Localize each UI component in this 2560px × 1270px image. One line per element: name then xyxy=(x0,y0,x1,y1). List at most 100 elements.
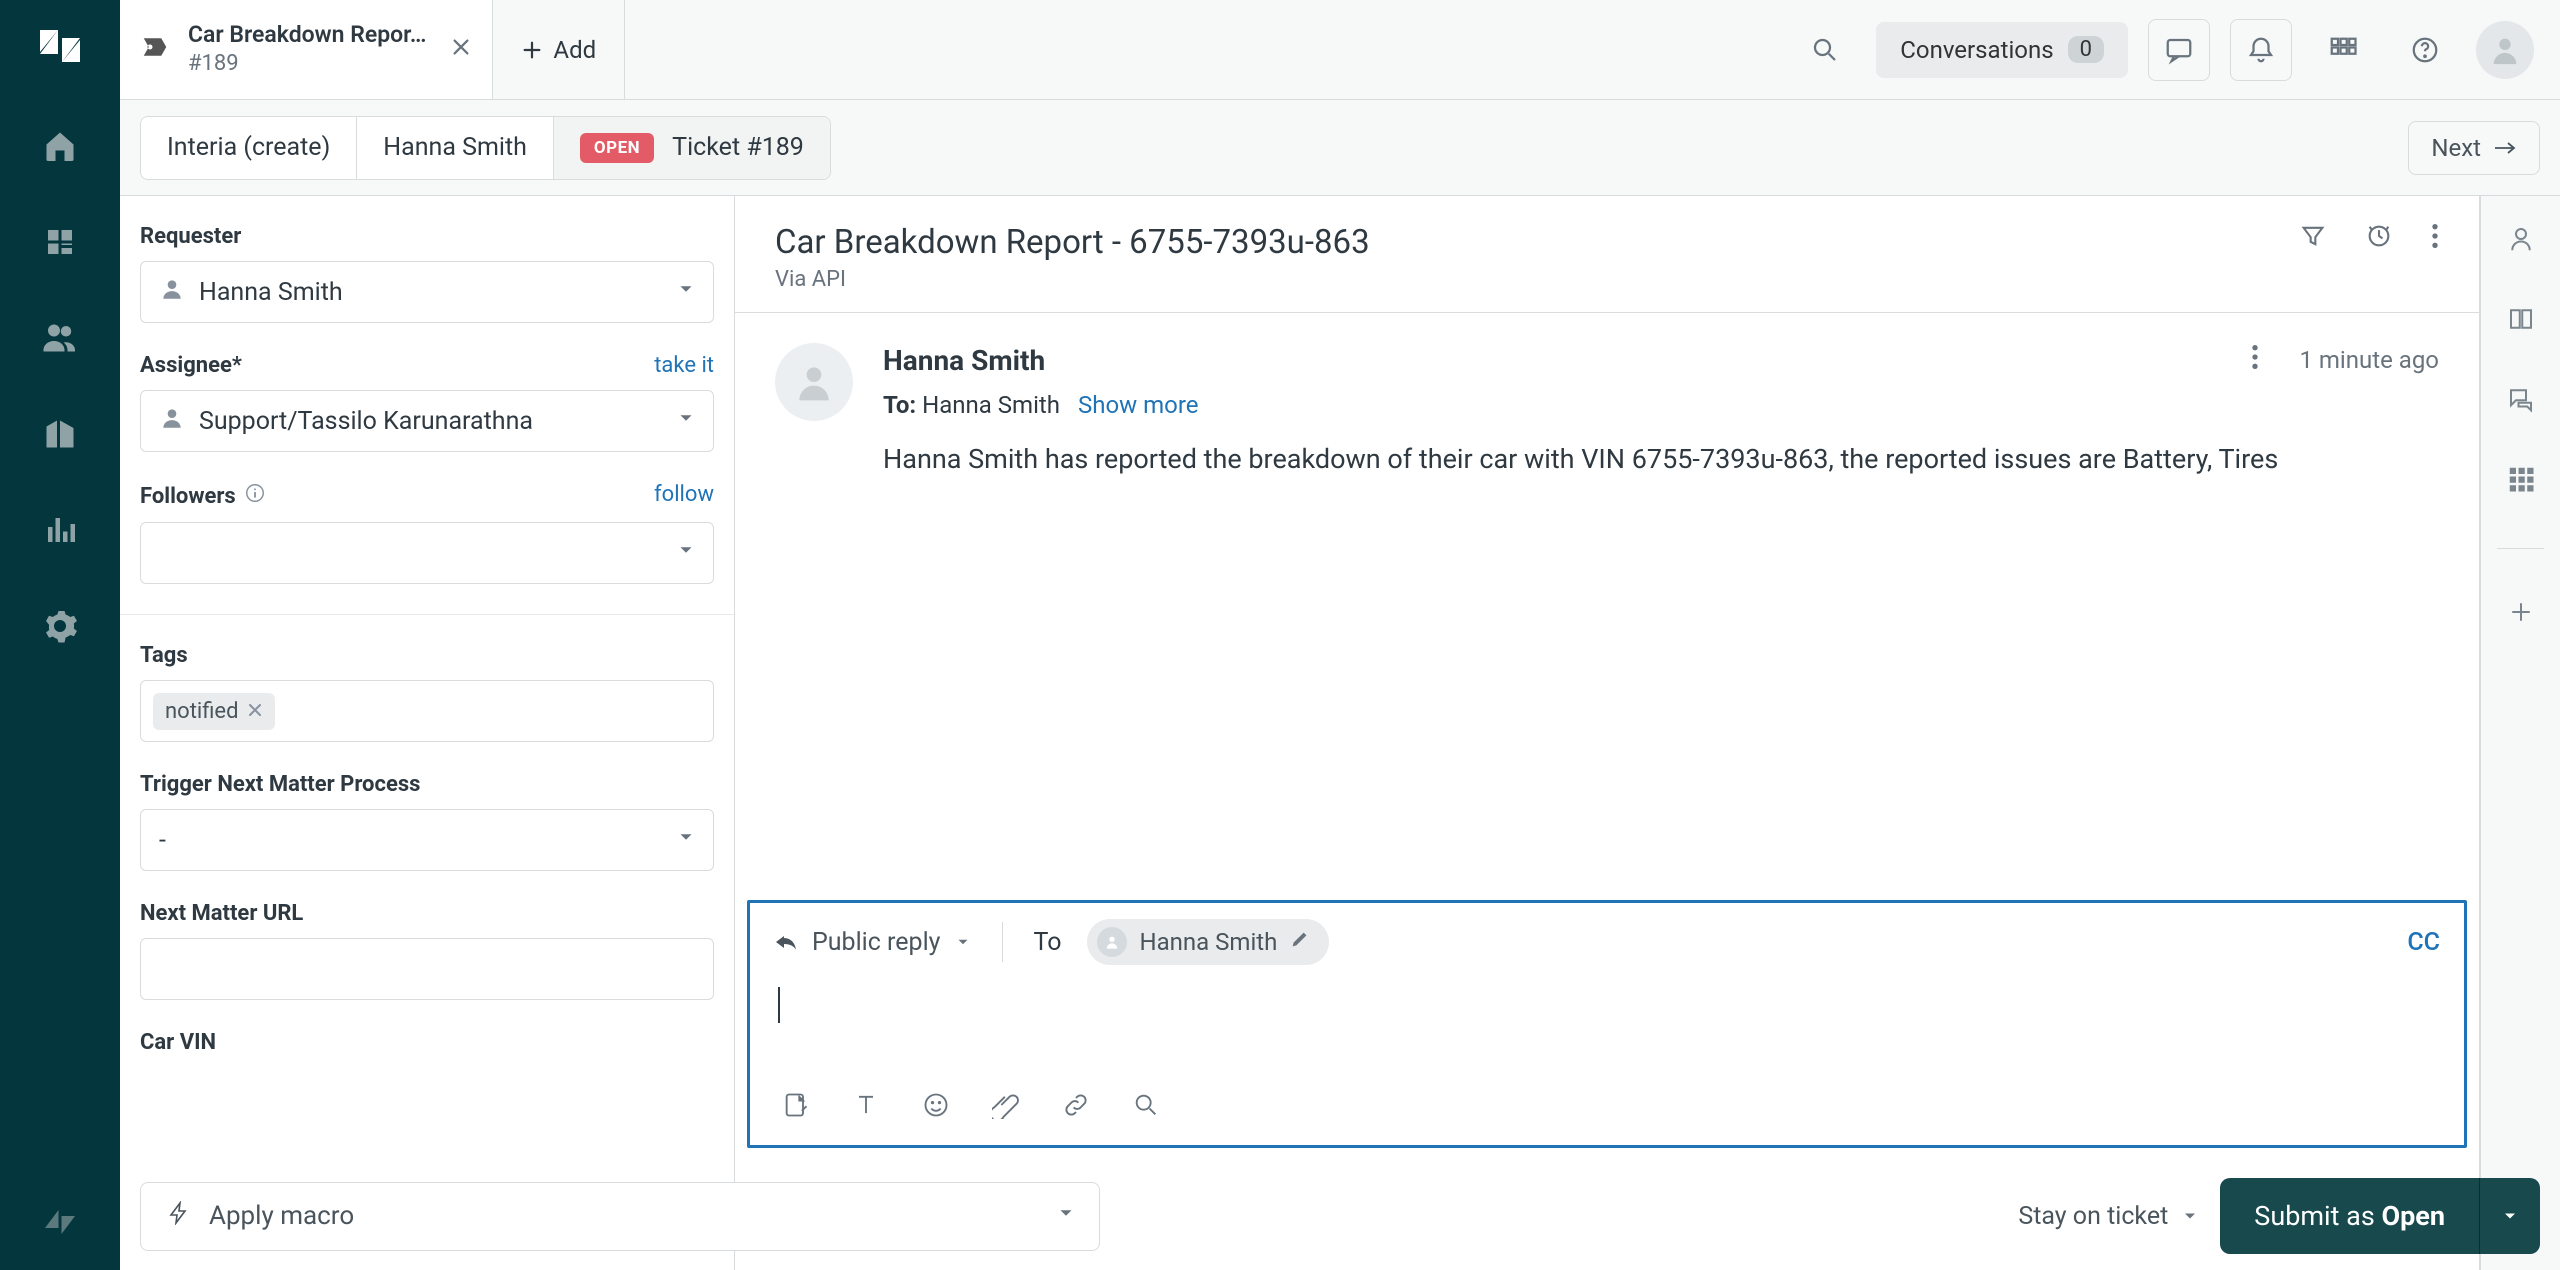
message-timestamp: 1 minute ago xyxy=(2299,346,2439,374)
link-icon[interactable] xyxy=(1062,1091,1090,1125)
events-icon[interactable] xyxy=(2365,222,2393,256)
chevron-down-icon xyxy=(675,278,697,307)
url-input[interactable] xyxy=(140,938,714,1000)
remove-tag-icon[interactable] xyxy=(247,699,263,724)
breadcrumb: Interia (create) Hanna Smith OPEN Ticket… xyxy=(120,100,2560,196)
reporting-icon[interactable] xyxy=(40,510,80,550)
help-icon[interactable] xyxy=(2394,19,2456,81)
conversation-actions xyxy=(2299,222,2439,256)
composer: Public reply To Hanna Smith CC xyxy=(747,900,2467,1148)
message: Hanna Smith 1 minute ago To: Hanna Smith… xyxy=(775,343,2439,479)
admin-gear-icon[interactable] xyxy=(40,606,80,646)
breadcrumb-ticket[interactable]: OPEN Ticket #189 xyxy=(553,117,830,179)
assignee-select[interactable]: Support/Tassilo Karunarathna xyxy=(140,390,714,452)
ticket-tab[interactable]: Car Breakdown Repor… #189 xyxy=(120,0,493,99)
add-tab-button[interactable]: Add xyxy=(493,0,625,99)
emoji-icon[interactable] xyxy=(922,1091,950,1125)
profile-avatar[interactable] xyxy=(2476,21,2534,79)
message-actions-icon[interactable] xyxy=(2251,343,2259,377)
user-context-icon[interactable] xyxy=(2506,224,2536,260)
show-more-link[interactable]: Show more xyxy=(1078,391,1199,419)
topbar-right: Conversations 0 xyxy=(1794,0,2560,99)
tag-chip[interactable]: notified xyxy=(153,693,275,730)
assignee-value: Support/Tassilo Karunarathna xyxy=(199,407,533,436)
tags-input[interactable]: notified xyxy=(140,680,714,742)
ticket-tab-icon xyxy=(140,32,170,68)
ticket-subject: Car Breakdown Report - 6755-7393u-863 xyxy=(775,222,1370,263)
info-icon[interactable] xyxy=(244,482,266,510)
side-conversations-icon[interactable] xyxy=(2506,384,2536,420)
composer-to-chip[interactable]: Hanna Smith xyxy=(1087,919,1329,965)
field-tags: Tags notified xyxy=(140,643,714,742)
ticket-body: Requester Hanna Smith Assignee* take it … xyxy=(120,196,2560,1270)
cc-link[interactable]: CC xyxy=(2407,928,2440,957)
breadcrumb-person[interactable]: Hanna Smith xyxy=(356,117,553,179)
more-actions-icon[interactable] xyxy=(2431,222,2439,256)
field-label-vin: Car VIN xyxy=(140,1030,714,1055)
tab-sub: #189 xyxy=(188,50,426,78)
nav-rail xyxy=(0,0,120,1270)
views-icon[interactable] xyxy=(40,222,80,262)
filter-icon[interactable] xyxy=(2299,222,2327,256)
next-label: Next xyxy=(2431,134,2481,162)
take-it-link[interactable]: take it xyxy=(654,353,714,378)
conversations-count: 0 xyxy=(2068,36,2104,63)
notifications-icon[interactable] xyxy=(2230,19,2292,81)
chat-icon[interactable] xyxy=(2148,19,2210,81)
zendesk-products-icon[interactable] xyxy=(40,1202,80,1242)
submit-button[interactable]: Submit as Open xyxy=(2220,1178,2479,1254)
submit-dropdown[interactable] xyxy=(2479,1178,2540,1254)
search-icon[interactable] xyxy=(1794,19,1856,81)
reply-mode-select[interactable]: Public reply xyxy=(774,928,972,957)
compose-note-icon[interactable] xyxy=(782,1091,810,1125)
apply-macro-button[interactable]: Apply macro xyxy=(140,1182,1100,1251)
trigger-value: - xyxy=(159,826,166,855)
person-icon xyxy=(159,405,185,438)
toolbar-search-icon[interactable] xyxy=(1132,1091,1160,1125)
breadcrumb-org[interactable]: Interia (create) xyxy=(141,117,356,179)
add-app-icon[interactable] xyxy=(2506,597,2536,633)
tab-strip: Car Breakdown Repor… #189 Add Conversati… xyxy=(120,0,2560,100)
trigger-select[interactable]: - xyxy=(140,809,714,871)
text-format-icon[interactable] xyxy=(852,1091,880,1125)
field-label-assignee: Assignee* xyxy=(140,353,714,378)
conversations-button[interactable]: Conversations 0 xyxy=(1876,22,2128,78)
requester-value: Hanna Smith xyxy=(199,278,343,307)
apps-icon[interactable] xyxy=(2506,464,2536,500)
field-followers: Followers follow xyxy=(140,482,714,584)
chevron-down-icon xyxy=(1055,1201,1077,1231)
follow-link[interactable]: follow xyxy=(654,482,714,507)
conversation-panel: Car Breakdown Report - 6755-7393u-863 Vi… xyxy=(735,196,2480,1270)
mini-avatar-icon xyxy=(1097,927,1127,957)
breadcrumb-pill-group: Interia (create) Hanna Smith OPEN Ticket… xyxy=(140,116,831,180)
knowledge-icon[interactable] xyxy=(2506,304,2536,340)
field-label-requester: Requester xyxy=(140,224,714,249)
edit-recipient-icon[interactable] xyxy=(1289,928,1311,956)
text-caret xyxy=(778,987,780,1023)
followers-select[interactable] xyxy=(140,522,714,584)
apply-macro-label: Apply macro xyxy=(209,1201,354,1231)
next-button[interactable]: Next xyxy=(2408,121,2540,175)
customers-icon[interactable] xyxy=(40,318,80,358)
close-icon[interactable] xyxy=(450,36,472,64)
main-area: Car Breakdown Repor… #189 Add Conversati… xyxy=(120,0,2560,1270)
field-label-url: Next Matter URL xyxy=(140,901,714,926)
bolt-icon xyxy=(167,1201,191,1232)
message-top-row: Hanna Smith 1 minute ago xyxy=(883,343,2439,377)
conversation-header: Car Breakdown Report - 6755-7393u-863 Vi… xyxy=(735,196,2479,313)
ticket-fields-panel: Requester Hanna Smith Assignee* take it … xyxy=(120,196,735,1270)
ticket-footer: Apply macro Stay on ticket Submit as Ope… xyxy=(140,1178,2540,1254)
message-to-line: To: Hanna Smith Show more xyxy=(883,391,2439,419)
panel-divider xyxy=(120,614,734,615)
composer-textarea[interactable] xyxy=(750,981,2464,1081)
status-badge: OPEN xyxy=(580,133,654,163)
apps-grid-icon[interactable] xyxy=(2312,19,2374,81)
attachment-icon[interactable] xyxy=(992,1091,1020,1125)
zendesk-logo[interactable] xyxy=(36,22,84,70)
stay-on-ticket-button[interactable]: Stay on ticket xyxy=(2018,1202,2200,1231)
organizations-icon[interactable] xyxy=(40,414,80,454)
requester-select[interactable]: Hanna Smith xyxy=(140,261,714,323)
home-icon[interactable] xyxy=(40,126,80,166)
to-chip-name: Hanna Smith xyxy=(1139,928,1277,956)
rail-divider xyxy=(2497,548,2544,549)
